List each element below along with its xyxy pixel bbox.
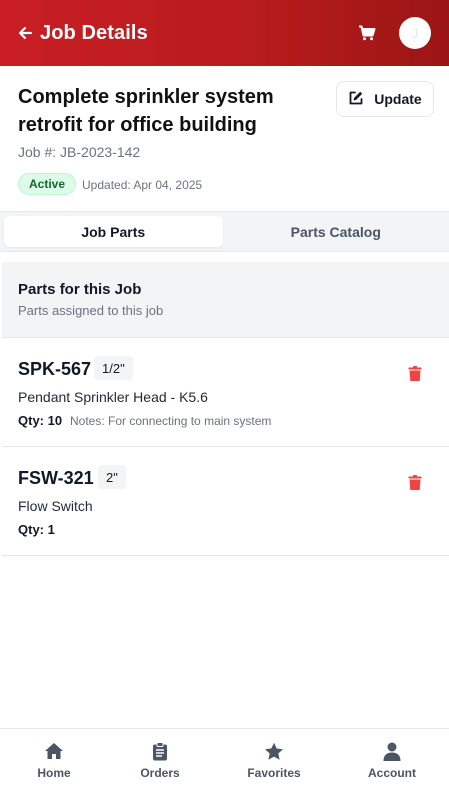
list-item: SPK-567 1/2" Pendant Sprinkler Head - K5… xyxy=(2,338,449,447)
tab-parts-catalog[interactable]: Parts Catalog xyxy=(227,216,446,247)
part-sku: FSW-321 xyxy=(18,468,94,488)
app-header: Job Details J xyxy=(0,0,449,66)
user-icon xyxy=(382,741,402,761)
job-number: Job #: JB-2023-142 xyxy=(18,144,141,160)
edit-icon xyxy=(348,90,364,109)
nav-home-label: Home xyxy=(37,766,71,780)
nav-favorites[interactable]: Favorites xyxy=(239,729,309,789)
back-arrow-icon[interactable] xyxy=(16,24,34,42)
delete-icon[interactable] xyxy=(407,474,423,492)
cart-icon[interactable] xyxy=(357,23,377,43)
job-summary: Complete sprinkler system retrofit for o… xyxy=(0,66,449,212)
part-notes: Notes: For connecting to main system xyxy=(70,414,272,428)
star-icon xyxy=(264,741,284,761)
avatar[interactable]: J xyxy=(399,17,431,49)
size-badge: 1/2" xyxy=(94,356,133,380)
delete-icon[interactable] xyxy=(407,365,423,383)
nav-home[interactable]: Home xyxy=(24,729,84,789)
nav-orders-label: Orders xyxy=(140,766,180,780)
part-quantity: Qty: 1 xyxy=(18,522,55,537)
nav-account[interactable]: Account xyxy=(359,729,425,789)
tabs-bar: Job Parts Parts Catalog xyxy=(0,212,449,252)
section-subtitle: Parts assigned to this job xyxy=(18,303,164,318)
size-badge: 2" xyxy=(98,465,126,489)
updated-date: Updated: Apr 04, 2025 xyxy=(82,178,203,192)
tab-job-parts[interactable]: Job Parts xyxy=(4,216,223,247)
update-button-label: Update xyxy=(374,91,422,107)
parts-section-header: Parts for this Job Parts assigned to thi… xyxy=(2,262,449,338)
bottom-nav: Home Orders Favorites Account xyxy=(0,728,449,789)
list-item: FSW-321 2" Flow Switch Qty: 1 xyxy=(2,447,449,556)
section-title: Parts for this Job xyxy=(18,281,142,298)
status-badge: Active xyxy=(18,173,77,195)
part-name: Pendant Sprinkler Head - K5.6 xyxy=(18,389,208,405)
part-quantity: Qty: 10 xyxy=(18,413,63,428)
nav-favorites-label: Favorites xyxy=(247,766,301,780)
page-title: Job Details xyxy=(40,21,148,44)
job-title: Complete sprinkler system retrofit for o… xyxy=(18,86,274,136)
nav-orders[interactable]: Orders xyxy=(130,729,190,789)
clipboard-icon xyxy=(150,741,170,761)
nav-account-label: Account xyxy=(368,766,416,780)
part-name: Flow Switch xyxy=(18,498,93,514)
update-button[interactable]: Update xyxy=(336,81,434,117)
part-sku: SPK-567 xyxy=(18,359,92,379)
home-icon xyxy=(44,741,64,761)
